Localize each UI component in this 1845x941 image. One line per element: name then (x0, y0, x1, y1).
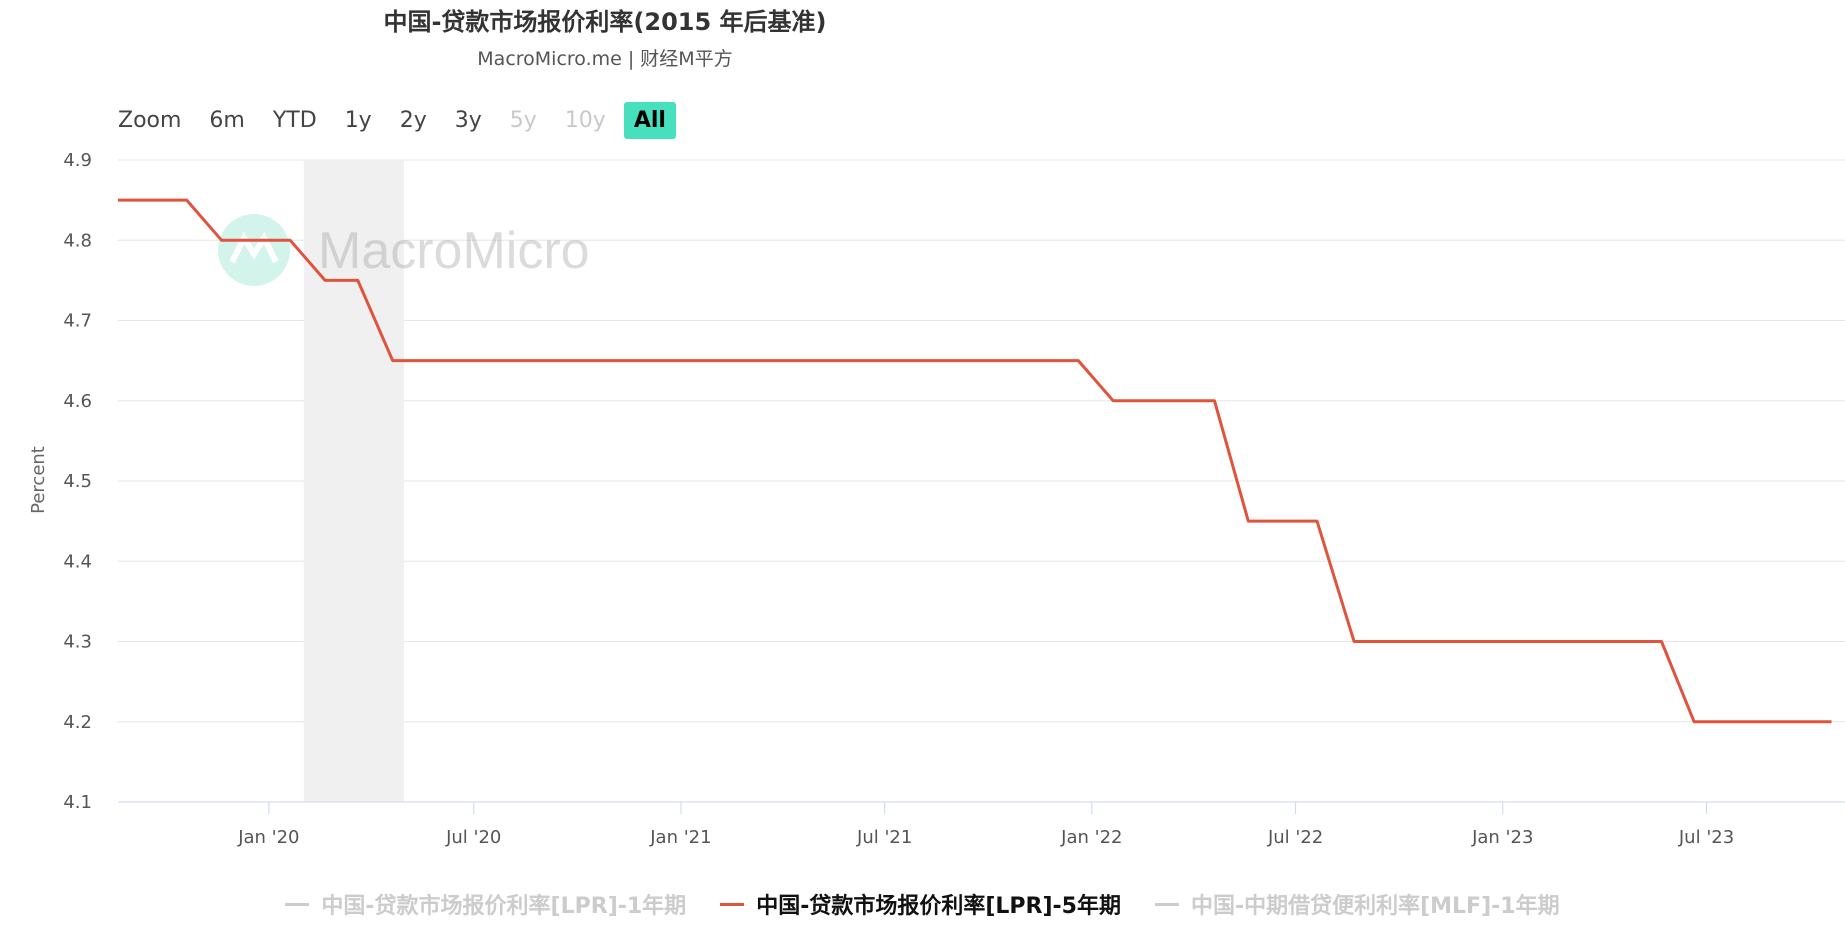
legend-label: 中国-贷款市场报价利率[LPR]-5年期 (756, 894, 1121, 919)
legend-label: 中国-中期借贷便利利率[MLF]-1年期 (1190, 894, 1560, 919)
line-chart: MacroMicro 4.1 4.2 4.3 4.4 4.5 4.6 4.7 4.8 4.9 J… (28, 150, 1845, 848)
watermark: MacroMicro (218, 214, 590, 286)
y-tick-label: 4.1 (63, 792, 92, 813)
y-tick-label: 4.2 (63, 712, 92, 733)
y-tick-label: 4.3 (63, 632, 92, 653)
y-tick-label: 4.4 (63, 551, 92, 572)
legend-item-lpr-1y[interactable]: 中国-贷款市场报价利率[LPR]-1年期 (285, 888, 686, 920)
legend-item-mlf-1y[interactable]: 中国-中期借贷便利利率[MLF]-1年期 (1154, 888, 1560, 920)
legend: 中国-贷款市场报价利率[LPR]-1年期 中国-贷款市场报价利率[LPR]-5年… (0, 888, 1845, 920)
y-axis-ticks: 4.1 4.2 4.3 4.4 4.5 4.6 4.7 4.8 4.9 (63, 150, 92, 813)
x-tick-label: Jan '20 (237, 827, 299, 848)
legend-swatch (720, 902, 745, 906)
y-axis-label: Percent (28, 446, 49, 514)
x-tick-label: Jan '22 (1060, 827, 1122, 848)
x-tick-label: Jan '21 (649, 827, 711, 848)
y-tick-label: 4.6 (63, 391, 92, 412)
x-tick-label: Jul '20 (445, 827, 501, 848)
x-tick-label: Jul '21 (856, 827, 912, 848)
watermark-text: MacroMicro (318, 222, 590, 280)
legend-swatch (1154, 902, 1179, 906)
x-tick-label: Jul '22 (1267, 827, 1323, 848)
x-tick-label: Jan '23 (1471, 827, 1533, 848)
y-tick-label: 4.8 (63, 230, 92, 251)
y-tick-label: 4.7 (63, 311, 92, 332)
legend-label: 中国-贷款市场报价利率[LPR]-1年期 (321, 894, 687, 919)
legend-item-lpr-5y[interactable]: 中国-贷款市场报价利率[LPR]-5年期 (720, 888, 1121, 920)
legend-swatch (285, 902, 310, 906)
x-tick-label: Jul '23 (1678, 827, 1734, 848)
x-axis-ticks: Jan '20 Jul '20 Jan '21 Jul '21 Jan '22 Jul '… (237, 802, 1734, 848)
y-tick-label: 4.5 (63, 471, 92, 492)
y-tick-label: 4.9 (63, 150, 92, 171)
